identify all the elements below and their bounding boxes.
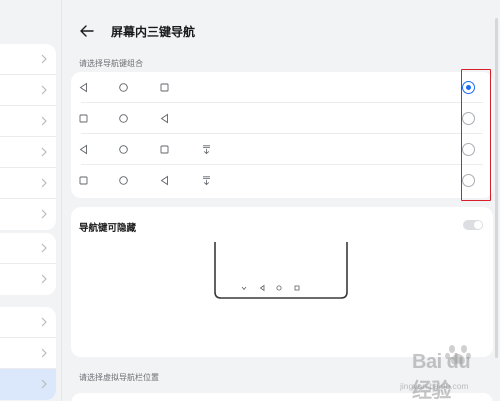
nav-position-card xyxy=(71,393,493,401)
settings-group-3 xyxy=(0,307,56,400)
chevron-right-icon xyxy=(41,178,47,188)
recent-square-icon xyxy=(79,176,88,185)
notification-pulldown-icon xyxy=(203,176,210,186)
nav-combo-option-1[interactable] xyxy=(71,72,493,103)
settings-list-item[interactable] xyxy=(0,168,56,199)
chevron-right-icon xyxy=(41,147,47,157)
arrow-left-icon[interactable] xyxy=(79,23,95,39)
page-header: 屏幕内三键导航 xyxy=(79,18,195,44)
settings-list-item[interactable] xyxy=(0,307,56,338)
settings-list-item[interactable] xyxy=(0,338,56,369)
home-circle-icon xyxy=(119,176,128,185)
recent-square-icon xyxy=(79,114,88,123)
home-circle-icon xyxy=(119,83,128,92)
chevron-right-icon xyxy=(41,317,47,327)
settings-list-item[interactable] xyxy=(0,137,56,168)
hide-nav-card: 导航键可隐藏 xyxy=(71,207,493,357)
settings-list-item[interactable] xyxy=(0,199,56,230)
chevron-right-icon xyxy=(41,116,47,126)
back-triangle-icon xyxy=(160,175,168,186)
settings-list-item[interactable] xyxy=(0,264,56,295)
nav-combo-option-2[interactable] xyxy=(71,103,493,134)
nav-position-section-label: 请选择虚拟导航栏位置 xyxy=(79,373,159,382)
hide-nav-toggle[interactable] xyxy=(463,220,483,230)
chevron-right-icon xyxy=(41,348,47,358)
settings-list-item-selected[interactable] xyxy=(0,369,56,400)
home-circle-icon xyxy=(119,114,128,123)
detail-pane: 屏幕内三键导航 请选择导航键组合 导航键可隐藏 请选择虚拟导航栏位置 xyxy=(63,0,500,401)
back-triangle-icon xyxy=(79,82,87,93)
chevron-right-icon xyxy=(41,243,47,253)
chevron-right-icon xyxy=(41,379,47,389)
notification-pulldown-icon xyxy=(203,145,210,155)
hide-nav-title: 导航键可隐藏 xyxy=(79,223,137,234)
nav-combo-card xyxy=(71,72,493,198)
settings-list-item[interactable] xyxy=(0,233,56,264)
settings-list-item[interactable] xyxy=(0,44,56,75)
settings-list-item[interactable] xyxy=(0,106,56,137)
home-circle-icon xyxy=(119,145,128,154)
settings-group-1 xyxy=(0,44,56,230)
nav-combo-option-4[interactable] xyxy=(71,165,493,196)
recent-square-icon xyxy=(160,83,169,92)
scrollbar[interactable] xyxy=(495,18,498,358)
radio-highlight-annotation xyxy=(461,69,491,201)
back-triangle-icon xyxy=(160,113,168,124)
chevron-right-icon xyxy=(41,274,47,284)
recent-square-icon xyxy=(160,145,169,154)
nav-combo-section-label: 请选择导航键组合 xyxy=(79,59,143,68)
phone-nav-illustration xyxy=(214,242,348,299)
page-title: 屏幕内三键导航 xyxy=(111,24,196,39)
settings-list-item[interactable] xyxy=(0,75,56,106)
chevron-right-icon xyxy=(41,209,47,219)
chevron-right-icon xyxy=(41,85,47,95)
chevron-right-icon xyxy=(41,54,47,64)
settings-group-2 xyxy=(0,233,56,295)
settings-list-pane xyxy=(0,0,62,401)
back-triangle-icon xyxy=(79,144,87,155)
nav-combo-option-3[interactable] xyxy=(71,134,493,165)
